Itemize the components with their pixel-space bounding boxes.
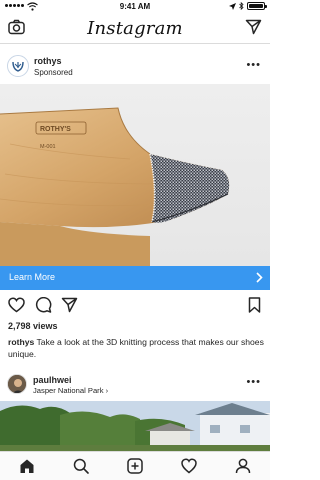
chevron-right-icon: › — [105, 386, 109, 395]
post2-username[interactable]: paulhwei — [33, 375, 72, 385]
view-count[interactable]: 2,798 views — [8, 321, 58, 331]
avatar[interactable] — [7, 374, 27, 394]
direct-message-icon[interactable] — [245, 19, 262, 35]
bluetooth-icon — [239, 2, 244, 10]
more-options-icon[interactable]: ••• — [246, 59, 261, 71]
heart-icon[interactable] — [8, 297, 25, 313]
more-options-icon[interactable]: ••• — [246, 376, 261, 388]
instagram-logo: Instagram — [87, 18, 183, 39]
post-header: rothys Sponsored ••• — [0, 53, 270, 83]
battery-icon — [247, 2, 267, 10]
image-brand-stamp: ROTHY'S — [40, 126, 71, 133]
caption-username[interactable]: rothys — [8, 337, 34, 347]
avatar[interactable] — [7, 55, 29, 77]
landscape-photo — [0, 401, 270, 453]
bottom-tab-bar — [0, 451, 270, 480]
post-caption: rothys Take a look at the 3D knitting pr… — [8, 336, 266, 360]
comment-icon[interactable] — [35, 297, 52, 313]
status-right — [229, 2, 267, 10]
image-model-stamp: M-001 — [40, 144, 56, 150]
add-icon[interactable] — [127, 458, 143, 474]
profile-icon[interactable] — [235, 458, 251, 474]
share-icon[interactable] — [61, 297, 78, 313]
bookmark-icon[interactable] — [248, 297, 261, 313]
status-bar: 9:41 AM — [0, 0, 270, 14]
location-icon — [229, 2, 236, 10]
caption-text: Take a look at the 3D knitting process t… — [8, 337, 264, 359]
sponsored-label: Sponsored — [34, 68, 73, 77]
learn-more-label: Learn More — [9, 272, 56, 282]
top-nav: Instagram — [0, 14, 270, 44]
avatar-photo — [8, 375, 26, 393]
post-image[interactable]: ROTHY'S M-001 — [0, 84, 270, 266]
post2-image[interactable] — [0, 401, 270, 453]
rothys-logo-icon — [12, 61, 24, 72]
post-username[interactable]: rothys — [34, 56, 62, 66]
home-icon[interactable] — [19, 458, 35, 474]
post2-header: paulhwei Jasper National Park › ••• — [0, 372, 270, 398]
shoe-last-image: ROTHY'S M-001 — [0, 84, 270, 266]
search-icon[interactable] — [73, 458, 89, 474]
chevron-right-icon — [256, 272, 263, 283]
activity-icon[interactable] — [181, 458, 197, 474]
location-label: Jasper National Park — [33, 386, 104, 395]
learn-more-button[interactable]: Learn More — [0, 266, 270, 290]
post2-location[interactable]: Jasper National Park › — [33, 386, 108, 395]
post-actions — [0, 297, 270, 317]
